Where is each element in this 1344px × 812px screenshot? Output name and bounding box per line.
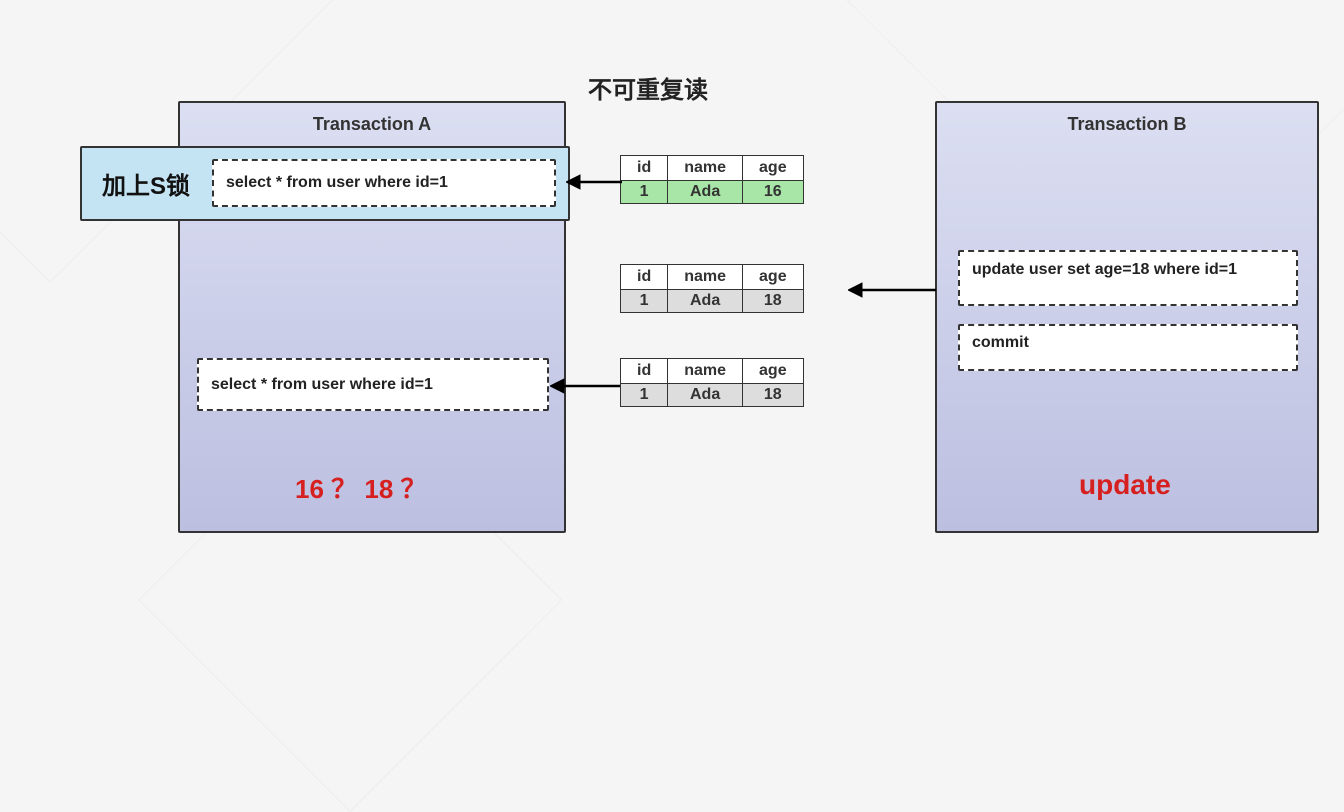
sql-select-2: select * from user where id=1 <box>197 358 549 411</box>
td-age: 16 <box>743 181 804 204</box>
th-name: name <box>668 265 743 290</box>
th-id: id <box>621 265 668 290</box>
sql-update: update user set age=18 where id=1 <box>958 250 1298 306</box>
lock-label: 加上S锁 <box>82 166 206 201</box>
arrow-2-icon <box>848 280 936 300</box>
th-age: age <box>743 359 804 384</box>
diagram-container: 不可重复读 Transaction A Transaction B 加上S锁 s… <box>0 0 1344 592</box>
th-id: id <box>621 156 668 181</box>
result-table-3: id name age 1 Ada 18 <box>620 358 804 407</box>
result-table-1: id name age 1 Ada 16 <box>620 155 804 204</box>
td-age: 18 <box>743 384 804 407</box>
update-label: update <box>1079 469 1171 501</box>
arrow-1-icon <box>566 172 622 192</box>
td-name: Ada <box>668 290 743 313</box>
sql-select-1: select * from user where id=1 <box>212 159 556 207</box>
th-age: age <box>743 265 804 290</box>
td-age: 18 <box>743 290 804 313</box>
result-table-2: id name age 1 Ada 18 <box>620 264 804 313</box>
question-a: 16 ？ 18 ？ <box>295 469 427 506</box>
th-id: id <box>621 359 668 384</box>
transaction-a-title: Transaction A <box>180 103 564 145</box>
td-name: Ada <box>668 384 743 407</box>
td-id: 1 <box>621 384 668 407</box>
td-name: Ada <box>668 181 743 204</box>
td-id: 1 <box>621 181 668 204</box>
transaction-b-title: Transaction B <box>937 103 1317 145</box>
arrow-3-icon <box>550 376 620 396</box>
th-age: age <box>743 156 804 181</box>
diagram-title: 不可重复读 <box>588 70 708 105</box>
td-id: 1 <box>621 290 668 313</box>
th-name: name <box>668 359 743 384</box>
th-name: name <box>668 156 743 181</box>
sql-commit: commit <box>958 324 1298 371</box>
